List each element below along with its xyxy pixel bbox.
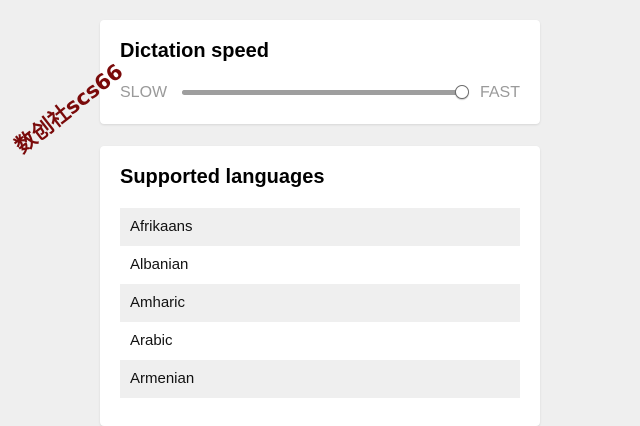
slow-label: SLOW — [120, 84, 168, 101]
language-item-arabic[interactable]: Arabic — [120, 322, 520, 360]
speed-slider-row: SLOW FAST — [120, 83, 520, 103]
speed-slider[interactable] — [182, 85, 469, 99]
language-item-armenian[interactable]: Armenian — [120, 360, 520, 398]
supported-languages-title: Supported languages — [120, 166, 325, 188]
dictation-speed-title: Dictation speed — [120, 40, 269, 62]
speed-slider-fill — [182, 90, 462, 95]
language-list: Afrikaans Albanian Amharic Arabic Armeni… — [120, 208, 520, 398]
language-item-albanian[interactable]: Albanian — [120, 246, 520, 284]
language-item-amharic[interactable]: Amharic — [120, 284, 520, 322]
language-item-afrikaans[interactable]: Afrikaans — [120, 208, 520, 246]
speed-slider-thumb[interactable] — [455, 85, 469, 99]
supported-languages-card: Supported languages Afrikaans Albanian A… — [100, 146, 540, 426]
dictation-speed-card: Dictation speed SLOW FAST — [100, 20, 540, 124]
fast-label: FAST — [479, 84, 520, 101]
